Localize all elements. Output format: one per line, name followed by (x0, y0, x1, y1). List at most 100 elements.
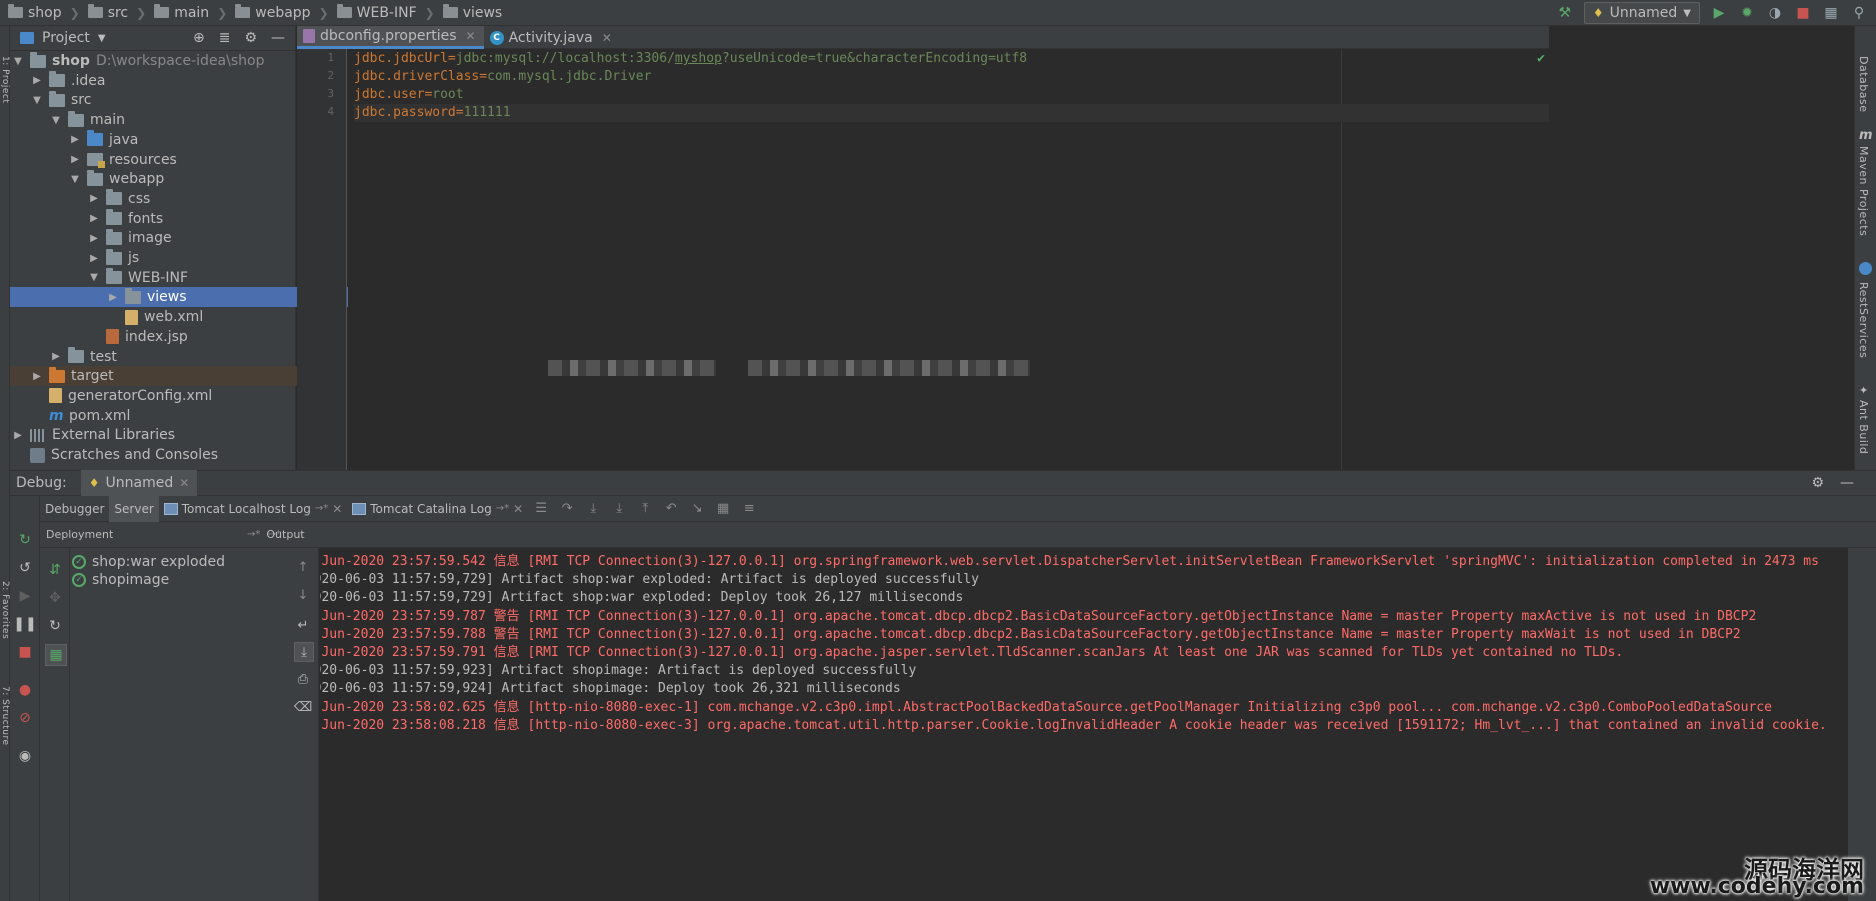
favorites-tool-button[interactable]: 2: Favorites (0, 581, 10, 639)
project-tool-button[interactable]: 1: Project (0, 56, 10, 103)
close-icon[interactable]: ✕ (466, 29, 476, 43)
close-icon[interactable]: ✕ (513, 502, 523, 516)
camera-icon[interactable]: ◉ (15, 746, 35, 766)
deployment-item[interactable]: ✓ shopimage (72, 572, 169, 588)
trash-icon[interactable]: ⌫ (294, 698, 312, 716)
tree-item[interactable]: ▶ test (10, 347, 336, 367)
console-scrollbar[interactable] (1848, 548, 1876, 901)
step-into-icon[interactable]: ⤓ (585, 501, 601, 517)
expand-arrow-icon[interactable]: ▼ (12, 56, 24, 67)
artifact-icon[interactable]: ▦ (45, 644, 67, 666)
refresh-icon[interactable]: ↺ (15, 558, 35, 578)
rest-services-tool-button[interactable]: RestServices (1857, 282, 1870, 358)
tab-dbconfig-properties[interactable]: dbconfig.properties ✕ (297, 26, 484, 49)
gear-icon[interactable]: ⚙ (244, 30, 257, 46)
down-arrow-icon[interactable]: ↓ (294, 586, 312, 604)
tab-tomcat-catalina-log[interactable]: Tomcat Catalina Log →* ✕ (347, 496, 528, 522)
coverage-icon[interactable]: ◑ (1766, 4, 1784, 22)
undeploy-icon[interactable]: ✥ (45, 588, 65, 608)
ant-build-tool-button[interactable]: Ant Build (1857, 400, 1870, 454)
breadcrumb-item[interactable]: views (435, 4, 502, 21)
expand-arrow-icon[interactable]: ▼ (88, 272, 100, 283)
tree-item[interactable]: generatorConfig.xml (10, 386, 317, 406)
collapse-arrow-icon[interactable]: ▶ (69, 134, 81, 145)
tab-server[interactable]: Server (109, 495, 159, 522)
menu-icon[interactable]: ☰ (533, 501, 549, 517)
close-icon[interactable]: ✕ (602, 31, 612, 45)
collapse-arrow-icon[interactable]: ▶ (88, 213, 100, 224)
scroll-to-end-icon[interactable]: ⤓ (294, 642, 314, 662)
deployment-item[interactable]: ✓ shop:war exploded (72, 554, 225, 570)
deploy-all-icon[interactable]: ⇵ (45, 560, 65, 580)
rerun-icon[interactable]: ↻ (15, 530, 35, 550)
console-output[interactable]: 03-Jun-2020 23:57:59.542 信息 [RMI TCP Con… (320, 548, 1848, 901)
tab-debugger[interactable]: Debugger (40, 496, 109, 522)
trace-icon[interactable]: ≡ (741, 501, 757, 517)
collapse-arrow-icon[interactable]: ▶ (50, 351, 62, 362)
collapse-arrow-icon[interactable]: ▶ (88, 253, 100, 264)
run-icon[interactable]: ▶ (1710, 4, 1728, 22)
chevron-down-icon[interactable]: ▼ (98, 33, 106, 44)
run-to-cursor-icon[interactable]: ↘ (689, 501, 705, 517)
debug-icon[interactable]: ✹ (1738, 4, 1756, 22)
step-over-icon[interactable]: ↷ (559, 501, 575, 517)
collapse-arrow-icon[interactable]: ▶ (31, 75, 43, 86)
close-icon[interactable]: ✕ (179, 476, 189, 490)
tree-item[interactable]: ▶ External Libraries (10, 425, 298, 445)
print-icon[interactable]: ⎙ (294, 670, 312, 688)
collapse-arrow-icon[interactable]: ▶ (107, 292, 119, 303)
breadcrumb-item[interactable]: webapp ❯ (227, 4, 329, 21)
pause-icon[interactable]: ❚❚ (13, 614, 36, 634)
minimize-icon[interactable]: — (1840, 475, 1854, 491)
update-icon[interactable]: ↻ (45, 616, 65, 636)
tree-item[interactable]: ▼ src (10, 90, 317, 110)
locate-icon[interactable]: ⊕ (193, 30, 205, 46)
structure-tool-button[interactable]: 7: Structure (0, 686, 10, 746)
stop-icon[interactable]: ■ (1794, 4, 1812, 22)
tree-item[interactable]: ▼ shop D:\workspace-idea\shop (10, 51, 298, 71)
expand-arrow-icon[interactable]: ▼ (69, 174, 81, 185)
breadcrumb-item[interactable]: WEB-INF ❯ (329, 4, 435, 21)
resume-icon[interactable]: ▶ (15, 586, 35, 606)
maven-projects-tool-button[interactable]: Maven Projects (1857, 146, 1870, 236)
build-hammer-icon[interactable]: ⚒ (1556, 4, 1574, 22)
expand-arrow-icon[interactable]: ▼ (31, 95, 43, 106)
soft-wrap-icon[interactable]: ↵ (294, 616, 312, 634)
blurred-overlay (548, 360, 716, 376)
tree-item[interactable]: ▶ .idea (10, 71, 317, 91)
project-panel-title[interactable]: Project (42, 30, 90, 46)
database-tool-button[interactable]: Database (1857, 56, 1870, 113)
step-out-icon[interactable]: ⤒ (637, 501, 653, 517)
project-structure-icon[interactable]: ▦ (1822, 4, 1840, 22)
expand-arrow-icon[interactable]: ▼ (50, 115, 62, 126)
search-everywhere-icon[interactable]: ⚲ (1850, 4, 1868, 22)
collapse-arrow-icon[interactable]: ▶ (69, 154, 81, 165)
minimize-icon[interactable]: — (271, 30, 285, 46)
close-icon[interactable]: ✕ (332, 502, 342, 516)
force-step-into-icon[interactable]: ⤓ (611, 501, 627, 517)
gear-icon[interactable]: ⚙ (1811, 475, 1824, 491)
tab-activity-java[interactable]: C Activity.java ✕ (484, 26, 620, 49)
breadcrumb-item[interactable]: shop ❯ (0, 4, 80, 21)
evaluate-icon[interactable]: ▦ (715, 501, 731, 517)
tree-item[interactable]: Scratches and Consoles (10, 445, 298, 465)
breadcrumb-item[interactable]: main ❯ (146, 4, 227, 21)
drop-frame-icon[interactable]: ↶ (663, 501, 679, 517)
debug-session-tab[interactable]: ♦ Unnamed ✕ (80, 470, 198, 496)
collapse-all-icon[interactable]: ≣ (219, 30, 231, 46)
collapse-arrow-icon[interactable]: ▶ (12, 430, 24, 441)
tree-item[interactable]: ▶ target (10, 366, 317, 387)
run-configuration-select[interactable]: ♦ Unnamed ▼ (1583, 2, 1700, 24)
collapse-arrow-icon[interactable]: ▶ (31, 371, 43, 382)
code-editor[interactable]: ✔ jdbc.jdbcUrl=jdbc:mysql://localhost:33… (348, 49, 1549, 470)
tree-item[interactable]: ▼ main (10, 110, 336, 130)
tree-item[interactable]: m pom.xml (10, 406, 317, 426)
tab-tomcat-localhost-log[interactable]: Tomcat Localhost Log →* ✕ (159, 496, 348, 522)
up-arrow-icon[interactable]: ↑ (294, 558, 312, 576)
view-breakpoints-icon[interactable]: ● (15, 680, 35, 700)
stop-icon[interactable]: ■ (15, 642, 35, 662)
collapse-arrow-icon[interactable]: ▶ (88, 193, 100, 204)
collapse-arrow-icon[interactable]: ▶ (88, 233, 100, 244)
mute-breakpoints-icon[interactable]: ⊘ (15, 708, 35, 728)
breadcrumb-item[interactable]: src ❯ (80, 4, 146, 21)
